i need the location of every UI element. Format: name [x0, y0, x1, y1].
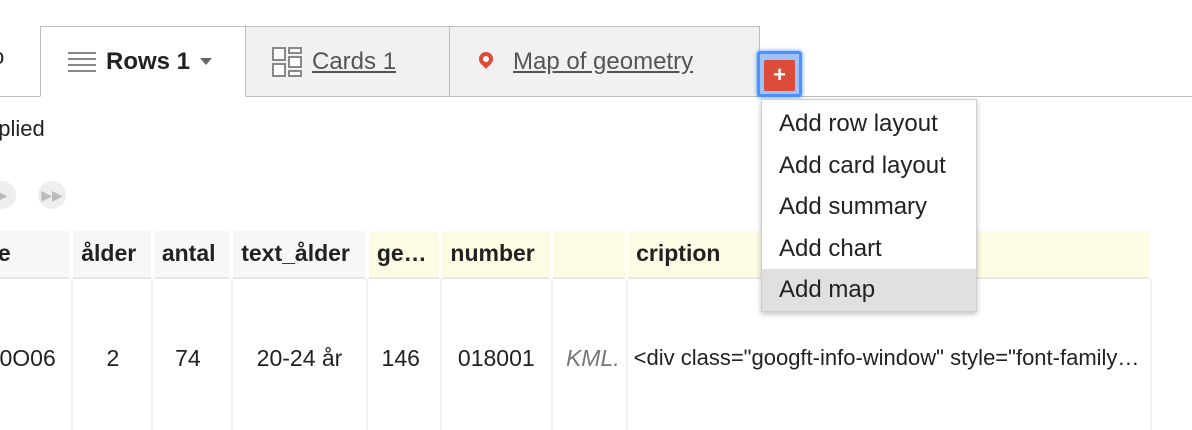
filter-status-text: pplied: [0, 116, 45, 141]
column-header[interactable]: number: [439, 228, 554, 279]
cards-icon: [272, 46, 302, 77]
tab-cards-label: Cards 1: [312, 47, 397, 75]
rows-icon: [68, 50, 96, 74]
column-header[interactable]: ge…: [365, 228, 443, 279]
table-header-row: åde ålder antal text_ålder ge… number cr…: [0, 228, 1152, 279]
table-cell: 74: [152, 277, 233, 430]
fusion-table-view: o Rows 1 Cards 1 Map of geometry + pplie…: [0, 0, 1192, 430]
column-header[interactable]: åde: [0, 228, 74, 279]
fast-forward-icon[interactable]: ▶▶: [38, 181, 66, 209]
table-cell: 0O06: [0, 277, 73, 430]
play-icon[interactable]: ▶: [0, 181, 16, 209]
menu-item-add-summary[interactable]: Add summary: [762, 186, 976, 228]
table-cell: 018001: [440, 277, 553, 430]
add-menu: Add row layout Add card layout Add summa…: [761, 99, 977, 312]
table-row: 0O06 2 74 20-24 år 146 018001 KML. <div …: [0, 277, 1152, 430]
map-pin-icon: [476, 48, 496, 72]
column-header[interactable]: antal: [150, 228, 234, 279]
table-cell: 20-24 år: [231, 277, 369, 430]
data-table: åde ålder antal text_ålder ge… number cr…: [0, 228, 1152, 430]
kml-link[interactable]: KML.: [551, 277, 628, 430]
add-tab-button[interactable]: +: [757, 51, 802, 97]
column-header[interactable]: [550, 228, 629, 279]
table-cell: 2: [71, 277, 154, 430]
tab-rows-label: Rows 1: [106, 47, 191, 75]
menu-item-add-row-layout[interactable]: Add row layout: [762, 103, 976, 145]
tab-map[interactable]: Map of geometry: [449, 26, 760, 97]
menu-item-add-chart[interactable]: Add chart: [762, 228, 976, 270]
tab-rows[interactable]: Rows 1: [40, 26, 246, 97]
menu-item-add-map[interactable]: Add map: [762, 269, 976, 311]
tab-partial-left[interactable]: o: [0, 44, 4, 70]
menu-item-add-card-layout[interactable]: Add card layout: [762, 145, 976, 187]
tab-map-label: Map of geometry: [513, 47, 694, 75]
plus-icon: +: [764, 60, 795, 91]
column-header[interactable]: ålder: [70, 228, 154, 279]
table-cell: 146: [367, 277, 442, 430]
tab-cards[interactable]: Cards 1: [245, 26, 450, 97]
chevron-down-icon[interactable]: [200, 58, 213, 65]
column-header[interactable]: text_ålder: [230, 228, 369, 279]
pager: ▶ ▶▶: [0, 180, 88, 210]
